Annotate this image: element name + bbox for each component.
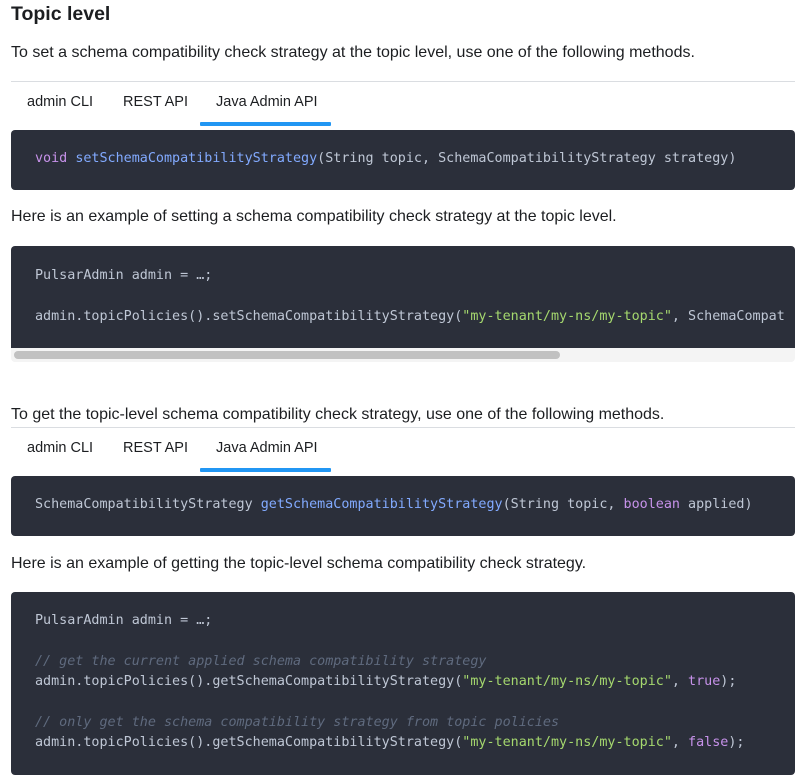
code-block-get-signature: SchemaCompatibilityStrategy getSchemaCom… bbox=[11, 476, 795, 536]
code-block-set-example: PulsarAdmin admin = …; admin.topicPolici… bbox=[11, 246, 795, 348]
tab-rest-api[interactable]: REST API bbox=[123, 427, 188, 472]
code-line: admin.topicPolicies().getSchemaCompatibi… bbox=[35, 735, 745, 750]
tabs-get: admin CLI REST API Java Admin API bbox=[11, 427, 795, 472]
code-block-set-signature: void setSchemaCompatibilityStrategy(Stri… bbox=[11, 130, 795, 190]
horizontal-scrollbar[interactable] bbox=[11, 348, 795, 362]
tab-admin-cli[interactable]: admin CLI bbox=[27, 427, 93, 472]
code-line: PulsarAdmin admin = …; bbox=[35, 268, 213, 283]
code-line: admin.topicPolicies().setSchemaCompatibi… bbox=[35, 309, 785, 324]
example-set-text: Here is an example of setting a schema c… bbox=[11, 208, 617, 225]
code-line: admin.topicPolicies().getSchemaCompatibi… bbox=[35, 674, 737, 689]
intro-get-text: To get the topic-level schema compatibil… bbox=[11, 406, 665, 423]
tab-rest-api[interactable]: REST API bbox=[123, 81, 188, 126]
active-tab-indicator bbox=[200, 122, 331, 126]
tab-admin-cli[interactable]: admin CLI bbox=[27, 81, 93, 126]
code-comment: // only get the schema compatibility str… bbox=[35, 715, 560, 730]
section-title: Topic level bbox=[11, 3, 111, 25]
tab-java-admin-api[interactable]: Java Admin API bbox=[216, 427, 318, 472]
code-line: PulsarAdmin admin = …; bbox=[35, 613, 213, 628]
code-block-get-example: PulsarAdmin admin = …; // get the curren… bbox=[11, 592, 795, 775]
code-line: SchemaCompatibilityStrategy getSchemaCom… bbox=[35, 497, 753, 512]
code-comment: // get the current applied schema compat… bbox=[35, 654, 487, 669]
code-line: void setSchemaCompatibilityStrategy(Stri… bbox=[35, 151, 737, 166]
example-get-text: Here is an example of getting the topic-… bbox=[11, 555, 587, 572]
active-tab-indicator bbox=[200, 468, 331, 472]
intro-set-text: To set a schema compatibility check stra… bbox=[11, 44, 695, 61]
tab-java-admin-api[interactable]: Java Admin API bbox=[216, 81, 318, 126]
scrollbar-thumb[interactable] bbox=[14, 351, 560, 359]
tabs-set: admin CLI REST API Java Admin API bbox=[11, 81, 795, 126]
